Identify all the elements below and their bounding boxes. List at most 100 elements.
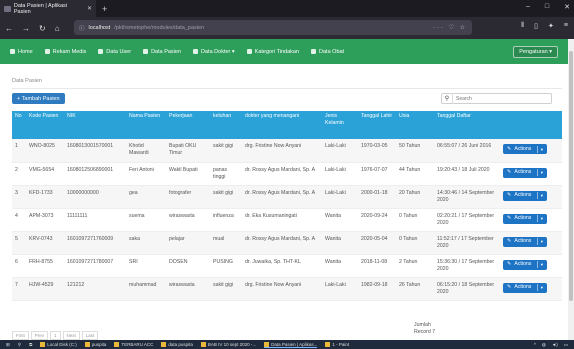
pager-next[interactable]: Next	[62, 331, 80, 340]
nav-label: Data Pasien	[151, 48, 182, 55]
table-cell: 1982-09-18	[361, 281, 388, 288]
taskbar-item[interactable]: 1 - Paint	[325, 342, 349, 348]
actions-dropdown-button[interactable]: ✎ Actions ▾	[503, 190, 547, 201]
reader-icon[interactable]: ▯	[534, 22, 538, 30]
app-icon	[325, 342, 331, 347]
minimize-icon[interactable]: –	[526, 3, 530, 11]
notifications-icon[interactable]: ▭	[564, 342, 568, 348]
page-title: Data Pasien	[12, 78, 42, 84]
action-cell: ✎ Actions ▾	[500, 254, 562, 277]
nav-item-data-user[interactable]: Data User	[98, 49, 131, 55]
actions-dropdown-button[interactable]: ✎ Actions ▾	[503, 213, 547, 224]
actions-dropdown-button[interactable]: ✎ Actions ▾	[503, 259, 547, 270]
volume-icon[interactable]: ◄)	[552, 342, 558, 348]
close-window-icon[interactable]: ✕	[564, 3, 570, 11]
action-cell: ✎ Actions ▾	[500, 162, 562, 185]
table-cell: fotografer	[169, 189, 192, 196]
tab-title: Data Pasien | Aplikasi Pasien	[13, 2, 67, 15]
actions-dropdown-button[interactable]: ✎ Actions ▾	[503, 144, 547, 154]
table-cell: drg. Fristine Now Anyani	[245, 143, 302, 149]
taskbar-item[interactable]: puspita	[84, 342, 106, 348]
search-icon[interactable]: ⚲	[18, 342, 21, 348]
table-cell: 5	[15, 235, 18, 242]
table-cell: 3	[15, 189, 18, 196]
taskbar-item[interactable]: TERBARU ACC	[114, 342, 153, 348]
table-cell: Wakil Bupati	[169, 166, 198, 173]
maximize-icon[interactable]: □	[545, 3, 549, 11]
table-cell: 1976-07-07	[361, 166, 388, 173]
taskbar-item[interactable]: Local Disk (C:)	[40, 342, 77, 348]
category-icon	[246, 49, 252, 54]
home-icon[interactable]: ⌂	[55, 24, 60, 33]
site-info-icon[interactable]: ⓘ	[79, 24, 85, 32]
nav-label: Data Obat	[319, 48, 345, 55]
doctor-icon	[193, 49, 199, 54]
menu-icon[interactable]: ≡	[564, 22, 568, 30]
taskbar-item-label: BAB IV 10 sept 2020 -...	[207, 342, 257, 347]
table-cell: 1608012506890001	[67, 166, 114, 173]
new-tab-icon[interactable]: +	[102, 4, 107, 14]
windows-start-icon[interactable]: ⊞	[6, 342, 10, 348]
taskbar-item[interactable]: Data Pasien | Aplikas...	[264, 341, 318, 348]
nav-item-data-obat[interactable]: Data Obat	[311, 49, 344, 55]
table-cell: FRH-8755	[29, 258, 53, 265]
tray-chevron-icon[interactable]: ^	[534, 342, 536, 348]
taskbar-item[interactable]: data puspita	[161, 342, 193, 348]
close-tab-icon[interactable]: ✕	[87, 5, 92, 12]
pager-prev[interactable]: Prev	[30, 331, 49, 340]
favicon-icon	[4, 5, 11, 12]
nav-item-kategori-tindakan[interactable]: Kategori Tindakan	[246, 48, 300, 55]
settings-dropdown[interactable]: Pengaturan ▾	[513, 45, 558, 58]
patient-table: No Kode Pasien NIK Nama Pasien Pekerjaan…	[12, 111, 562, 301]
browser-toolbar: ← → ↻ ⌂ ⓘ localhost /pkl/rsmetophe/modul…	[0, 17, 574, 39]
table-cell: 121212	[67, 281, 85, 288]
actions-dropdown-button[interactable]: ✎ Actions ▾	[503, 236, 547, 247]
search-input[interactable]	[453, 95, 548, 102]
browser-tab[interactable]: Data Pasien | Aplikasi Pasien ✕	[0, 0, 96, 17]
table-cell: 6	[15, 258, 18, 265]
table-cell: WNO-8025	[29, 143, 55, 149]
table-cell: 2	[15, 166, 18, 173]
network-icon[interactable]: ◍	[542, 342, 546, 348]
back-icon[interactable]: ←	[5, 24, 13, 33]
nav-item-home[interactable]: Home	[10, 49, 33, 55]
extension-icon[interactable]: ✦	[548, 22, 554, 30]
nav-item-rekam-medis[interactable]: Rekam Medis	[44, 49, 86, 55]
app-navbar: Home Rekam Medis Data User Data Pasien D…	[0, 39, 568, 64]
pager-first[interactable]: First	[12, 331, 29, 340]
nav-item-data-dokter[interactable]: Data Dokter ▾	[193, 49, 235, 55]
actions-dropdown-button[interactable]: ✎ Actions ▾	[503, 167, 547, 178]
app-icon	[84, 342, 90, 347]
nav-item-data-pasien[interactable]: Data Pasien	[143, 49, 181, 55]
library-icon[interactable]: ⫴	[521, 22, 524, 30]
actions-dropdown-button[interactable]: ✎ Actions ▾	[503, 282, 547, 293]
table-cell: 1608013001570001	[67, 143, 114, 149]
task-view-icon[interactable]: ⧉	[29, 342, 32, 347]
pager-page[interactable]: 1	[50, 331, 61, 340]
table-cell: 15:36:30 / 17 September 2020	[437, 258, 495, 272]
table-cell: dr. Rossy Agus Mardani, Sp. A	[245, 166, 316, 173]
pagination: First Prev 1 Next Last	[12, 331, 99, 340]
taskbar-item-label: TERBARU ACC	[121, 342, 154, 347]
table-cell: VMG-5654	[29, 166, 55, 173]
table-cell: Khotid Mawardi	[129, 143, 149, 156]
user-icon	[98, 49, 104, 54]
table-cell: wiraswasta	[169, 212, 195, 219]
url-actions-icon[interactable]: ··· ♡ ☆	[433, 24, 467, 31]
table-cell: 44 Tahun	[399, 166, 421, 173]
table-cell: 2020-05-04	[361, 235, 388, 242]
scrollbar-thumb[interactable]	[569, 51, 573, 301]
nav-label: Kategori Tindakan	[254, 48, 300, 55]
table-cell: 26 Tahun	[399, 281, 421, 288]
reload-icon[interactable]: ↻	[39, 24, 46, 33]
taskbar-item[interactable]: BAB IV 10 sept 2020 -...	[200, 342, 257, 348]
pager-last[interactable]: Last	[81, 331, 99, 340]
caret-down-icon: ▾	[536, 238, 543, 245]
page-scrollbar[interactable]	[568, 39, 574, 340]
forward-icon[interactable]: →	[22, 24, 30, 33]
add-patient-button[interactable]: + Tambah Pasien	[12, 93, 65, 104]
url-bar[interactable]: ⓘ localhost /pkl/rsmetophe/modules/data_…	[74, 20, 472, 35]
table-cell: sakit gigi	[213, 281, 234, 288]
actions-label: Actions	[514, 169, 532, 175]
table-row: 3 KFD-1733 10000000000 gea fotografer sakit g…	[12, 185, 562, 208]
